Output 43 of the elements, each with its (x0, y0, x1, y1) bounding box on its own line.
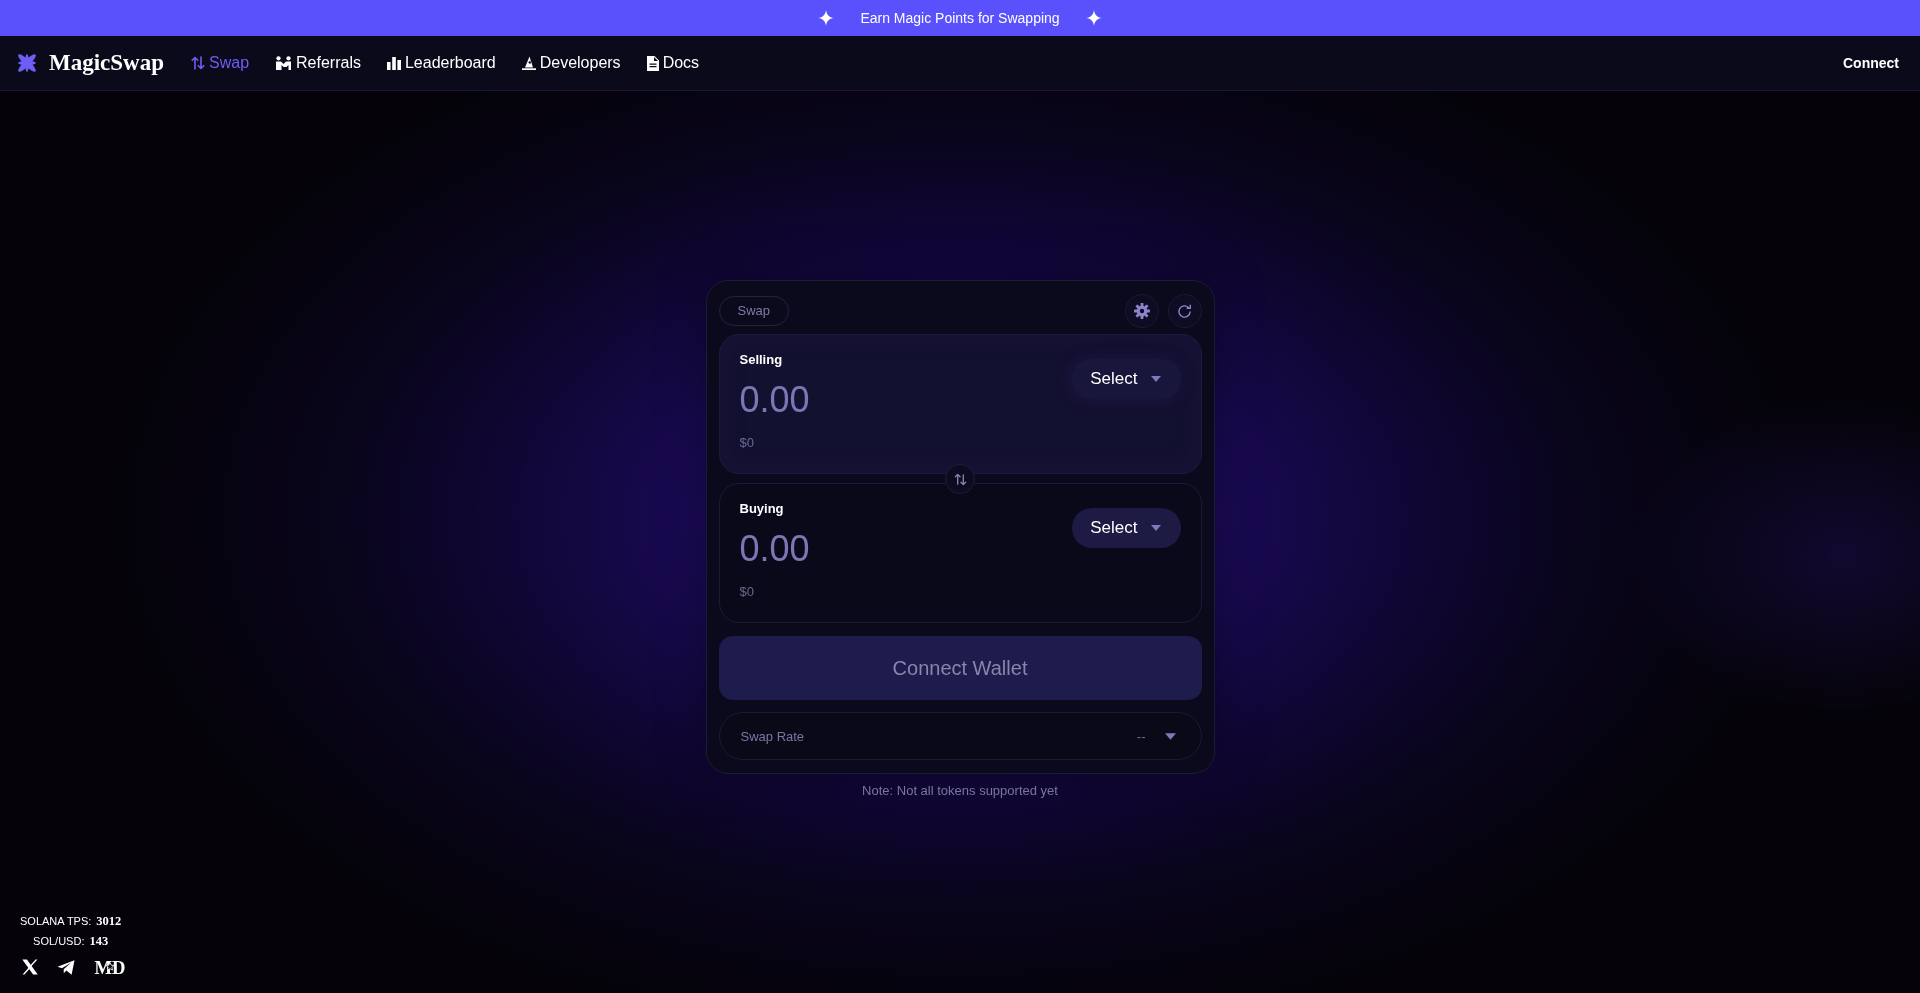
x-logo-icon[interactable] (22, 959, 38, 975)
caret-icon (1150, 376, 1161, 382)
connect-wallet-button[interactable]: Connect Wallet (718, 636, 1202, 700)
swap-arrows-icon (953, 472, 967, 486)
token-select-button[interactable]: Select (1072, 508, 1181, 548)
swap-arrows-icon (191, 56, 205, 70)
stat-value: 3012 (96, 913, 122, 930)
bar-chart-icon (386, 56, 401, 70)
md-logo[interactable]: MD (94, 958, 126, 976)
logo-icon (15, 51, 39, 75)
connect-link[interactable]: Connect (1843, 55, 1899, 71)
caret-icon (1150, 525, 1161, 531)
paper-plane-icon[interactable] (57, 959, 75, 975)
amount-input[interactable]: 0.00 (739, 378, 1040, 422)
swap-rate-label: Swap Rate (740, 728, 805, 744)
stat-label: SOL/USD: (33, 934, 85, 949)
refresh-button[interactable] (1167, 294, 1202, 328)
amount-input[interactable]: 0.00 (739, 527, 1040, 571)
nav-link[interactable]: Leaderboard (386, 54, 496, 72)
people-icon (275, 56, 293, 70)
refresh-icon (1177, 303, 1192, 319)
nav-link[interactable]: Swap (191, 54, 250, 72)
panel-label: Buying (739, 500, 785, 518)
hat-icon (521, 56, 536, 70)
caret-icon[interactable] (1164, 732, 1176, 740)
usd-value: $0 (739, 583, 755, 601)
sparkle-icon (1085, 10, 1102, 26)
settings-button[interactable] (1124, 294, 1159, 328)
stat-value: 143 (89, 933, 109, 950)
promo-banner-text: Earn Magic Points for Swapping (860, 10, 1060, 26)
document-icon (646, 55, 659, 71)
sparkle-icon (818, 10, 835, 26)
token-select-button[interactable]: Select (1072, 359, 1181, 399)
swap-rate-value: -- (1136, 728, 1146, 744)
nav-link[interactable]: Developers (521, 54, 621, 72)
settings-icon (1133, 303, 1150, 319)
brand-name: MagicSwap (49, 50, 164, 76)
panel-label: Selling (739, 351, 784, 369)
usd-value: $0 (739, 434, 755, 452)
note-text: Note: Not all tokens supported yet (862, 782, 1058, 800)
nav-link[interactable]: Docs (646, 54, 700, 72)
stat-label: SOLANA TPS: (20, 914, 92, 929)
nav-link[interactable]: Referrals (275, 54, 361, 72)
